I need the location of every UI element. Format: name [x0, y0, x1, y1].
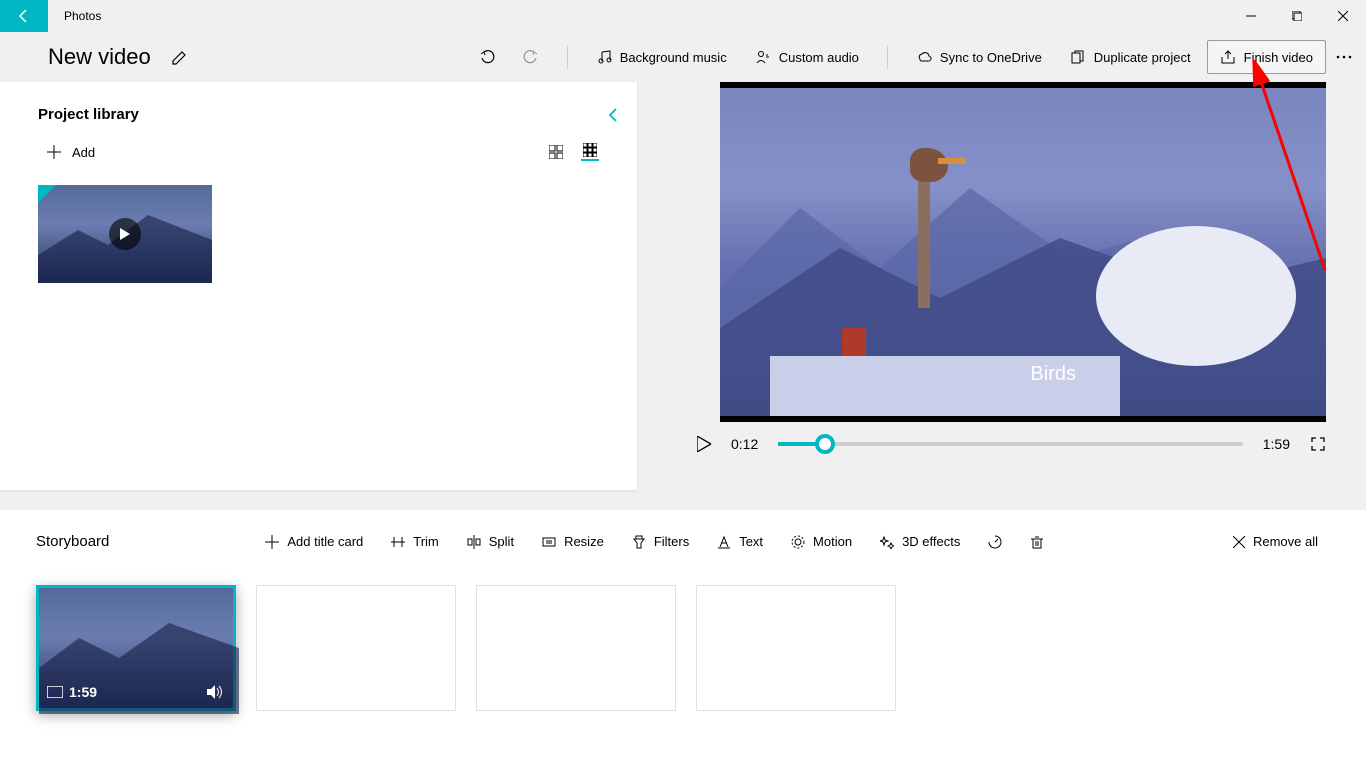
- add-label: Add: [72, 145, 95, 160]
- video-caption: Birds: [1030, 363, 1076, 386]
- trim-icon: [391, 535, 405, 549]
- undo-button[interactable]: [467, 41, 507, 73]
- trim-button[interactable]: Trim: [379, 528, 451, 555]
- duplicate-project-button[interactable]: Duplicate project: [1058, 41, 1203, 73]
- split-button[interactable]: Split: [455, 528, 526, 555]
- fullscreen-icon[interactable]: [1310, 436, 1326, 452]
- progress-bar[interactable]: [778, 442, 1243, 446]
- sync-onedrive-button[interactable]: Sync to OneDrive: [904, 41, 1054, 73]
- resize-button[interactable]: Resize: [530, 528, 616, 555]
- bg-music-label: Background music: [620, 50, 727, 65]
- split-icon: [467, 535, 481, 549]
- add-media-button[interactable]: Add: [46, 144, 95, 160]
- remove-all-button[interactable]: Remove all: [1221, 528, 1330, 555]
- play-overlay-icon: [109, 218, 141, 250]
- more-button[interactable]: [1330, 47, 1358, 67]
- music-icon: [596, 49, 612, 65]
- storyboard-slot[interactable]: [256, 585, 456, 711]
- duplicate-icon: [1070, 49, 1086, 65]
- sparkle-icon: [880, 535, 894, 549]
- minimize-button[interactable]: [1228, 0, 1274, 32]
- project-library-panel: Project library Add: [0, 82, 637, 490]
- maximize-button[interactable]: [1274, 0, 1320, 32]
- finish-label: Finish video: [1244, 50, 1313, 65]
- add-title-card-button[interactable]: Add title card: [253, 528, 375, 555]
- progress-handle[interactable]: [815, 434, 835, 454]
- project-name: New video: [48, 44, 151, 70]
- grid-small-icon[interactable]: [581, 143, 599, 161]
- filters-icon: [632, 535, 646, 549]
- motion-button[interactable]: Motion: [779, 528, 864, 555]
- storyboard-panel: Storyboard Add title card Trim Split Res…: [0, 510, 1366, 770]
- delete-button[interactable]: [1018, 529, 1056, 555]
- plus-icon: [265, 535, 279, 549]
- storyboard-slot[interactable]: [696, 585, 896, 711]
- storyboard-title: Storyboard: [36, 533, 109, 550]
- close-button[interactable]: [1320, 0, 1366, 32]
- person-audio-icon: [755, 49, 771, 65]
- preview-panel: Birds 0:12 1:59: [637, 82, 1366, 490]
- total-time: 1:59: [1263, 436, 1290, 452]
- sync-label: Sync to OneDrive: [940, 50, 1042, 65]
- storyboard-slot[interactable]: [476, 585, 676, 711]
- filters-button[interactable]: Filters: [620, 528, 701, 555]
- title-bar: Photos: [0, 0, 1366, 32]
- collapse-library-icon[interactable]: [607, 106, 619, 124]
- motion-icon: [791, 535, 805, 549]
- library-title: Project library: [38, 106, 599, 123]
- text-button[interactable]: Text: [705, 528, 775, 555]
- background-music-button[interactable]: Background music: [584, 41, 739, 73]
- custom-audio-label: Custom audio: [779, 50, 859, 65]
- export-icon: [1220, 49, 1236, 65]
- current-time: 0:12: [731, 436, 758, 452]
- plus-icon: [46, 144, 62, 160]
- speed-button[interactable]: [976, 529, 1014, 555]
- cloud-sync-icon: [916, 49, 932, 65]
- video-preview[interactable]: Birds: [720, 82, 1326, 422]
- edit-name-icon[interactable]: [171, 48, 189, 66]
- clip-duration: 1:59: [69, 684, 97, 700]
- resize-icon: [542, 535, 556, 549]
- aspect-icon: [47, 686, 63, 698]
- finish-video-button[interactable]: Finish video: [1207, 40, 1326, 74]
- duplicate-label: Duplicate project: [1094, 50, 1191, 65]
- library-thumbnail[interactable]: [38, 185, 212, 283]
- app-title: Photos: [64, 9, 101, 23]
- back-button[interactable]: [0, 0, 48, 32]
- grid-large-icon[interactable]: [547, 143, 565, 161]
- play-button[interactable]: [697, 436, 711, 452]
- text-icon: [717, 535, 731, 549]
- storyboard-clip[interactable]: 1:59: [36, 585, 236, 711]
- close-icon: [1233, 536, 1245, 548]
- redo-button[interactable]: [511, 41, 551, 73]
- custom-audio-button[interactable]: Custom audio: [743, 41, 871, 73]
- 3d-effects-button[interactable]: 3D effects: [868, 528, 972, 555]
- volume-icon[interactable]: [207, 685, 225, 699]
- toolbar: New video Background music Custom audio …: [0, 32, 1366, 82]
